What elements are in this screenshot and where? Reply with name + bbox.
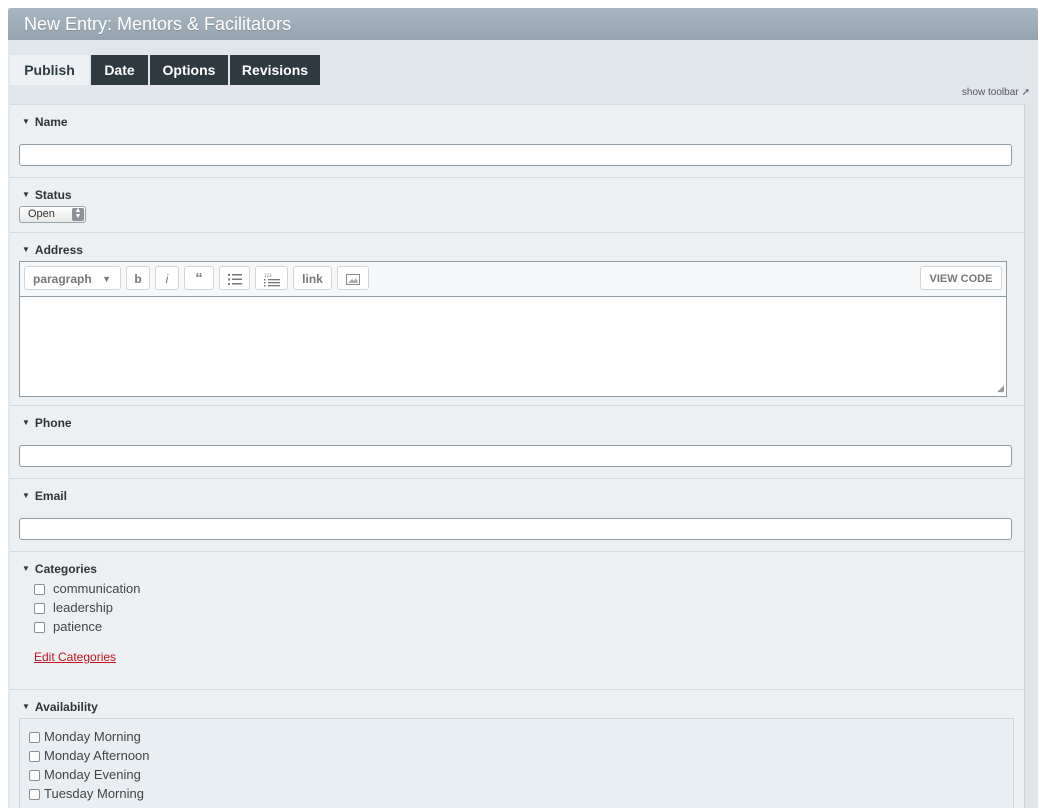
field-label-categories: ▼ Categories bbox=[22, 562, 97, 576]
availability-checkbox[interactable] bbox=[29, 789, 40, 801]
category-option[interactable]: communication bbox=[34, 581, 140, 596]
field-email: ▼ Email bbox=[10, 478, 1024, 552]
page-title: New Entry: Mentors & Facilitators bbox=[8, 8, 1038, 40]
availability-option[interactable]: Monday Afternoon bbox=[29, 748, 150, 763]
email-input[interactable] bbox=[19, 518, 1012, 540]
image-icon bbox=[346, 274, 360, 286]
edit-categories-link[interactable]: Edit Categories bbox=[34, 650, 116, 664]
field-status: ▼ Status Open ▲ ▼ bbox=[10, 177, 1024, 233]
collapse-caret-icon[interactable]: ▼ bbox=[22, 418, 30, 427]
category-option[interactable]: leadership bbox=[34, 600, 113, 615]
select-arrows-icon: ▲ ▼ bbox=[72, 207, 84, 221]
collapse-caret-icon[interactable]: ▼ bbox=[22, 491, 30, 500]
field-label-address: ▼ Address bbox=[22, 243, 83, 257]
bullet-list-icon bbox=[227, 274, 242, 286]
field-label-name: ▼ Name bbox=[22, 115, 68, 129]
tab-revisions[interactable]: Revisions bbox=[230, 55, 320, 85]
availability-checkbox[interactable] bbox=[29, 770, 40, 782]
field-phone: ▼ Phone bbox=[10, 405, 1024, 479]
format-select[interactable]: paragraph ▼ bbox=[24, 266, 121, 290]
availability-checkbox[interactable] bbox=[29, 751, 40, 763]
category-checkbox[interactable] bbox=[34, 603, 45, 615]
availability-options: Monday Morning Monday Afternoon Monday E… bbox=[19, 718, 1014, 808]
status-select[interactable]: Open ▲ ▼ bbox=[19, 206, 86, 223]
tab-options[interactable]: Options bbox=[150, 55, 228, 85]
field-label-status: ▼ Status bbox=[22, 188, 72, 202]
tab-date[interactable]: Date bbox=[91, 55, 148, 85]
address-rich-editor: paragraph ▼ b i “ 123 link VIEW CODE ◢ bbox=[19, 261, 1007, 397]
toolbar-strip: show toolbar ➚ bbox=[8, 85, 1038, 104]
field-availability: ▼ Availability Monday Morning Monday Afte… bbox=[10, 689, 1024, 808]
collapse-caret-icon[interactable]: ▼ bbox=[22, 117, 30, 126]
show-toolbar-link[interactable]: show toolbar ➚ bbox=[962, 87, 1030, 98]
status-select-value: Open bbox=[28, 208, 55, 220]
blockquote-button[interactable]: “ bbox=[184, 266, 214, 290]
bullet-list-button[interactable] bbox=[219, 266, 250, 290]
collapse-caret-icon[interactable]: ▼ bbox=[22, 702, 30, 711]
category-checkbox[interactable] bbox=[34, 622, 45, 634]
name-input[interactable] bbox=[19, 144, 1012, 166]
phone-input[interactable] bbox=[19, 445, 1012, 467]
address-textarea[interactable] bbox=[20, 297, 1006, 395]
link-button[interactable]: link bbox=[293, 266, 332, 290]
numbered-list-button[interactable]: 123 bbox=[255, 266, 288, 290]
numbered-list-icon: 123 bbox=[263, 273, 280, 287]
svg-text:123: 123 bbox=[264, 273, 272, 278]
field-label-availability: ▼ Availability bbox=[22, 700, 98, 714]
availability-checkbox[interactable] bbox=[29, 732, 40, 744]
collapse-caret-icon[interactable]: ▼ bbox=[22, 245, 30, 254]
editor-toolbar: paragraph ▼ b i “ 123 link VIEW CODE bbox=[20, 262, 1006, 297]
show-toolbar-label: show toolbar bbox=[961, 87, 1019, 98]
arrow-up-right-icon: ➚ bbox=[1021, 87, 1030, 98]
collapse-caret-icon[interactable]: ▼ bbox=[22, 190, 30, 199]
field-address: ▼ Address paragraph ▼ b i “ 123 link VIE… bbox=[10, 232, 1024, 406]
collapse-caret-icon[interactable]: ▼ bbox=[22, 564, 30, 573]
field-categories: ▼ Categories communication leadership pat… bbox=[10, 551, 1024, 690]
field-name: ▼ Name bbox=[10, 104, 1024, 178]
dropdown-arrow-icon: ▼ bbox=[102, 274, 111, 284]
category-checkbox[interactable] bbox=[34, 584, 45, 596]
category-option[interactable]: patience bbox=[34, 619, 102, 634]
view-code-button[interactable]: VIEW CODE bbox=[920, 266, 1002, 290]
italic-button[interactable]: i bbox=[155, 266, 179, 290]
availability-option[interactable]: Tuesday Morning bbox=[29, 786, 144, 801]
availability-option[interactable]: Monday Evening bbox=[29, 767, 141, 782]
image-button[interactable] bbox=[337, 266, 369, 290]
resize-grip-icon[interactable]: ◢ bbox=[997, 383, 1004, 394]
bold-button[interactable]: b bbox=[126, 266, 150, 290]
entry-panel: New Entry: Mentors & Facilitators Publis… bbox=[8, 8, 1038, 808]
publish-form: ▼ Name ▼ Status Open ▲ ▼ ▼ Address paragraph… bbox=[10, 104, 1025, 808]
field-label-email: ▼ Email bbox=[22, 489, 67, 503]
availability-option[interactable]: Monday Morning bbox=[29, 729, 141, 744]
field-label-phone: ▼ Phone bbox=[22, 416, 72, 430]
tab-publish[interactable]: Publish bbox=[10, 55, 89, 86]
